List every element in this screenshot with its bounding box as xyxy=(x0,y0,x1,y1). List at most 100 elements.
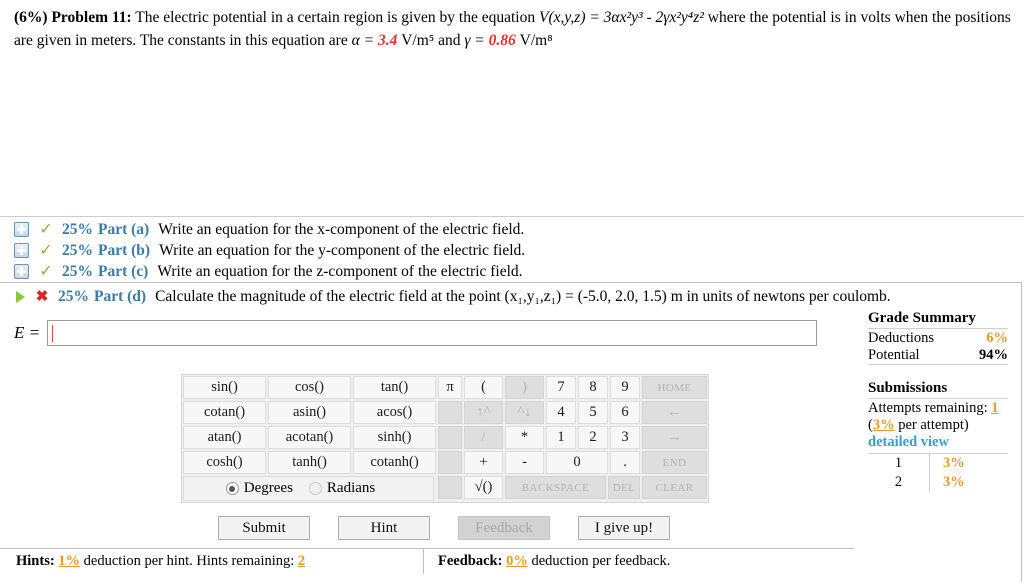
detailed-view-row: detailed view xyxy=(868,434,1008,451)
key-cotanh[interactable]: cotanh() xyxy=(353,451,436,474)
key-square-root[interactable]: √() xyxy=(464,476,503,499)
part-weight-a: 25% xyxy=(62,220,93,238)
key-decimal-point[interactable]: . xyxy=(610,451,640,474)
key-4[interactable]: 4 xyxy=(546,401,576,424)
table-row: 2 3% xyxy=(868,473,1008,492)
problem-title: Problem 11: xyxy=(51,9,132,26)
key-close-paren[interactable]: ) xyxy=(505,376,544,399)
key-8[interactable]: 8 xyxy=(578,376,608,399)
green-check-icon: ✓ xyxy=(39,241,53,259)
key-plus[interactable]: + xyxy=(464,451,503,474)
expand-plus-icon[interactable] xyxy=(14,222,29,237)
section-divider xyxy=(0,216,1024,217)
alpha-symbol: α = xyxy=(351,32,378,49)
key-open-paren[interactable]: ( xyxy=(464,376,503,399)
green-play-triangle-icon[interactable] xyxy=(16,291,25,303)
part-row-a[interactable]: ✓ 25% Part (a) Write an equation for the… xyxy=(0,219,1024,240)
table-row: 1 3% xyxy=(868,454,1008,473)
key-atan[interactable]: atan() xyxy=(183,426,266,449)
key-1[interactable]: 1 xyxy=(546,426,576,449)
key-7[interactable]: 7 xyxy=(546,376,576,399)
key-superscript-up-icon[interactable]: ↑^ xyxy=(464,401,503,424)
expand-plus-icon[interactable] xyxy=(14,264,29,279)
green-check-icon: ✓ xyxy=(39,220,53,238)
part-row-c[interactable]: ✓ 25% Part (c) Write an equation for the… xyxy=(0,261,1024,282)
key-multiply[interactable]: * xyxy=(505,426,544,449)
deductions-value: 6% xyxy=(986,330,1008,346)
part-label-c: Part (c) xyxy=(98,262,149,280)
attempts-value-link[interactable]: 1 xyxy=(991,400,998,416)
part-weight-b: 25% xyxy=(62,241,93,259)
part-label-b: Part (b) xyxy=(98,241,151,259)
key-cosh[interactable]: cosh() xyxy=(183,451,266,474)
key-sin[interactable]: sin() xyxy=(183,376,266,399)
function-row: cosh() tanh() cotanh() xyxy=(182,450,437,475)
part-text-c: Write an equation for the z-component of… xyxy=(157,262,523,280)
key-arrow-right-icon[interactable]: → xyxy=(642,426,707,449)
part-text-b: Write an equation for the y-component of… xyxy=(159,241,526,259)
alpha-unit: V/m⁵ xyxy=(401,32,435,49)
key-delete[interactable]: DEL xyxy=(608,476,640,499)
key-acotan[interactable]: acotan() xyxy=(268,426,351,449)
key-6[interactable]: 6 xyxy=(610,401,640,424)
problem-text-part-1: The electric potential in a certain regi… xyxy=(135,9,539,26)
key-tanh[interactable]: tanh() xyxy=(268,451,351,474)
hint-button[interactable]: Hint xyxy=(338,516,430,540)
key-9[interactable]: 9 xyxy=(610,376,640,399)
key-cotan[interactable]: cotan() xyxy=(183,401,266,424)
key-clear[interactable]: CLEAR xyxy=(642,476,707,499)
function-row: cotan() asin() acos() xyxy=(182,400,437,425)
key-asin[interactable]: asin() xyxy=(268,401,351,424)
key-arrow-left-icon[interactable]: ← xyxy=(642,401,707,424)
radio-degrees[interactable] xyxy=(225,482,239,495)
answer-label: E = xyxy=(14,323,41,342)
key-cos[interactable]: cos() xyxy=(268,376,351,399)
key-tan[interactable]: tan() xyxy=(353,376,436,399)
feedback-button[interactable]: Feedback xyxy=(458,516,550,540)
key-acos[interactable]: acos() xyxy=(353,401,436,424)
key-divide[interactable]: / xyxy=(464,426,503,449)
potential-row: Potential 94% xyxy=(868,347,1008,364)
calculator-numeric-pad: π ( ) 7 8 9 HOME ↑^ ^↓ 4 5 6 ← / * 1 2 3… xyxy=(437,375,708,502)
detailed-view-link[interactable]: detailed view xyxy=(868,434,949,450)
key-home[interactable]: HOME xyxy=(642,376,707,399)
submit-button[interactable]: Submit xyxy=(218,516,310,540)
key-backspace[interactable]: BACKSPACE xyxy=(505,476,606,499)
per-attempt-row: (3% per attempt) xyxy=(868,417,1008,434)
gamma-value: 0.86 xyxy=(488,32,516,49)
submission-index: 2 xyxy=(868,473,930,492)
part-row-d[interactable]: ✖ 25% Part (d) Calculate the magnitude o… xyxy=(0,283,1021,308)
part-row-b[interactable]: ✓ 25% Part (b) Write an equation for the… xyxy=(0,240,1024,261)
key-end[interactable]: END xyxy=(642,451,707,474)
key-0[interactable]: 0 xyxy=(546,451,608,474)
submission-deduction: 3% xyxy=(943,474,965,490)
keypad-row: √() BACKSPACE DEL CLEAR xyxy=(437,475,708,500)
hints-text: deduction per hint. Hints remaining: xyxy=(83,553,295,569)
grade-summary-title: Grade Summary xyxy=(868,310,976,326)
key-subscript-down-icon[interactable]: ^↓ xyxy=(505,401,544,424)
answer-input[interactable] xyxy=(47,320,818,346)
key-sinh[interactable]: sinh() xyxy=(353,426,436,449)
radio-radians[interactable] xyxy=(308,482,322,495)
hints-cell: Hints: 1% deduction per hint. Hints rema… xyxy=(0,549,424,574)
key-minus[interactable]: - xyxy=(505,451,544,474)
part-text-a: Write an equation for the x-component of… xyxy=(158,220,525,238)
hints-remaining-link[interactable]: 2 xyxy=(298,553,305,569)
calculator-function-pad: sin() cos() tan() cotan() asin() acos() … xyxy=(182,375,437,502)
key-3[interactable]: 3 xyxy=(610,426,640,449)
key-5[interactable]: 5 xyxy=(578,401,608,424)
key-2[interactable]: 2 xyxy=(578,426,608,449)
attempts-label: Attempts remaining: xyxy=(868,400,988,416)
expand-plus-icon[interactable] xyxy=(14,243,29,258)
per-attempt-pct-link[interactable]: 3% xyxy=(873,417,895,433)
give-up-button[interactable]: I give up! xyxy=(578,516,670,540)
feedback-deduction-link[interactable]: 0% xyxy=(506,553,528,569)
submission-deduction: 3% xyxy=(943,455,965,471)
part-text-d: Calculate the magnitude of the electric … xyxy=(155,288,891,305)
problem-weight: (6%) xyxy=(14,9,48,26)
angle-mode-row: Degrees Radians xyxy=(183,476,434,501)
keypad-row: ↑^ ^↓ 4 5 6 ← xyxy=(437,400,708,425)
key-pi[interactable]: π xyxy=(438,376,462,399)
hints-deduction-link[interactable]: 1% xyxy=(58,553,80,569)
